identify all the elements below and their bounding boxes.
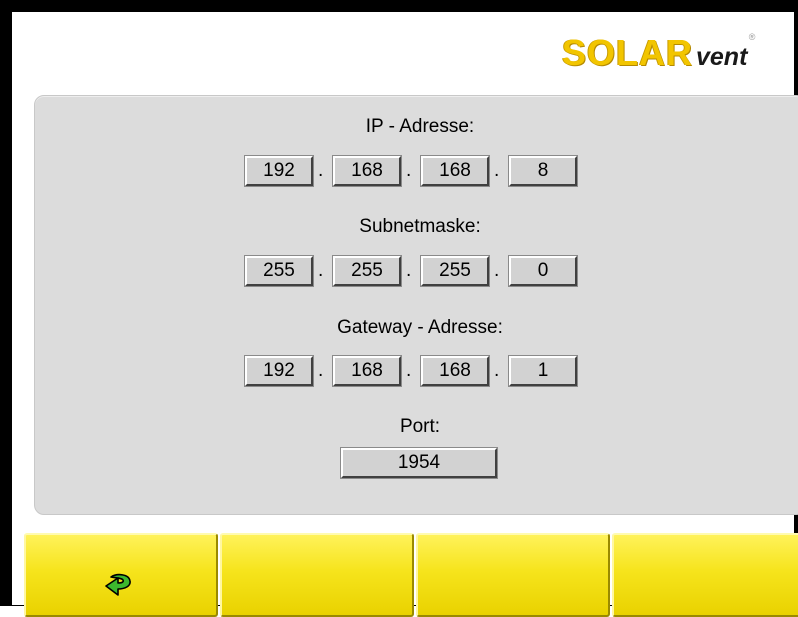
ip-separator: .: [318, 160, 324, 181]
gateway-octet-2-field[interactable]: 168: [332, 355, 402, 387]
softkey-4-button[interactable]: [612, 533, 798, 617]
port-label: Port:: [399, 416, 441, 437]
ip-octet-3-field[interactable]: 168: [420, 155, 490, 187]
softkey-back-button[interactable]: [24, 533, 218, 617]
gateway-separator: .: [494, 360, 500, 381]
subnet-octet-4-field[interactable]: 0: [508, 255, 578, 287]
ip-octet-1-field[interactable]: 192: [244, 155, 314, 187]
solarvent-logo: SOLAR vent ®: [562, 32, 755, 73]
gateway-address-label: Gateway - Adresse:: [337, 317, 503, 338]
port-field[interactable]: 1954: [340, 447, 498, 479]
ip-octet-2-field[interactable]: 168: [332, 155, 402, 187]
subnet-octet-1-field[interactable]: 255: [244, 255, 314, 287]
ip-separator: .: [494, 160, 500, 181]
back-arrow-icon: [105, 573, 131, 596]
gateway-separator: .: [318, 360, 324, 381]
subnet-separator: .: [494, 260, 500, 281]
softkey-3-button[interactable]: [416, 533, 610, 617]
ip-octet-4-field[interactable]: 8: [508, 155, 578, 187]
logo-solar-text: SOLAR: [562, 32, 693, 73]
softkey-2-button[interactable]: [220, 533, 414, 617]
gateway-octet-1-field[interactable]: 192: [244, 355, 314, 387]
gateway-octet-3-field[interactable]: 168: [420, 355, 490, 387]
subnet-octet-2-field[interactable]: 255: [332, 255, 402, 287]
subnet-octet-3-field[interactable]: 255: [420, 255, 490, 287]
softkey-bar: [24, 533, 798, 617]
gateway-separator: .: [406, 360, 412, 381]
registered-mark: ®: [748, 32, 756, 42]
ip-separator: .: [406, 160, 412, 181]
subnet-mask-label: Subnetmaske:: [359, 216, 481, 237]
gateway-octet-4-field[interactable]: 1: [508, 355, 578, 387]
logo-vent-text: vent: [696, 43, 748, 71]
ip-address-label: IP - Adresse:: [365, 116, 475, 137]
subnet-separator: .: [318, 260, 324, 281]
screen-frame: SOLAR vent ® IP - Adresse: 192 . 168 . 1…: [0, 0, 798, 617]
subnet-separator: .: [406, 260, 412, 281]
network-settings-panel: IP - Adresse: 192 . 168 . 168 . 8 Subnet…: [34, 95, 798, 515]
